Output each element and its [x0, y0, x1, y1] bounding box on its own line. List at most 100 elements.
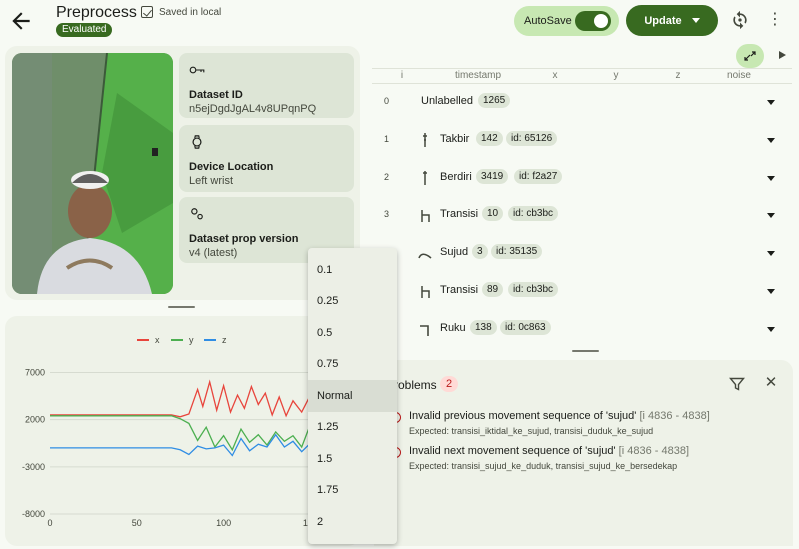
x-tick-label: 0 [47, 518, 52, 528]
y-tick-label: 7000 [25, 367, 45, 377]
menu-item-normal[interactable]: Normal [308, 380, 397, 412]
resize-handle[interactable] [168, 306, 195, 308]
row-label: Berdiri [440, 171, 472, 183]
problem-message[interactable]: Invalid next movement sequence of 'sujud… [409, 445, 689, 457]
chevron-down-icon[interactable] [767, 100, 775, 105]
play-icon[interactable] [779, 51, 786, 59]
y-tick-label: -8000 [22, 509, 45, 519]
toggle-switch[interactable] [575, 11, 611, 31]
sensor-chart: 70002000-3000-8000050100150xyz [22, 335, 360, 528]
column-header: z [675, 70, 681, 81]
count-chip: 1265 [478, 93, 511, 108]
id-chip: id: 35135 [491, 244, 543, 259]
standing-pose-icon [423, 171, 427, 185]
y-tick-label: 2000 [25, 415, 45, 425]
count-chip: 3419 [476, 169, 509, 184]
chevron-down-icon[interactable] [767, 327, 775, 332]
update-label: Update [644, 14, 682, 27]
transition-pose-icon [421, 210, 430, 222]
chevron-down-icon[interactable] [767, 289, 775, 294]
save-status: Saved in local [141, 6, 221, 18]
more-vert-icon[interactable]: ⋮ [767, 11, 783, 31]
transition-pose-icon [421, 286, 430, 298]
menu-item-0.1[interactable]: 0.1 [308, 254, 397, 286]
count-chip: 138 [470, 320, 497, 335]
device-location-label: Device Location [189, 161, 274, 173]
legend-label: x [155, 335, 160, 345]
row-label: Takbir [440, 133, 470, 145]
filter-icon[interactable] [729, 377, 745, 391]
table-row[interactable]: Transisi 89 id: cb3bc [372, 281, 792, 301]
count-chip: 3 [472, 244, 488, 259]
table-row[interactable]: Sujud 3 id: 35135 [372, 243, 792, 263]
page-title: Preprocess [56, 4, 137, 21]
column-header: timestamp [454, 70, 502, 81]
problem-message[interactable]: Invalid previous movement sequence of 's… [409, 410, 710, 422]
problems-count-badge: 2 [440, 376, 458, 392]
close-icon[interactable]: ✕ [764, 375, 778, 391]
chevron-down-icon[interactable] [767, 213, 775, 218]
dataset-id-label: Dataset ID [189, 89, 243, 101]
menu-item-1.75[interactable]: 1.75 [308, 474, 397, 506]
dataset-id-value: n5ejDgdJgAL4v8UPqnPQ [189, 103, 317, 115]
row-label: Unlabelled [421, 95, 473, 107]
standing-pose-icon [423, 133, 427, 147]
back-button[interactable] [8, 8, 34, 34]
status-badge: Evaluated [56, 23, 113, 37]
x-tick-label: 50 [132, 518, 142, 528]
chart-card: 70002000-3000-8000050100150xyz [5, 316, 360, 546]
problem-expected: Expected: transisi_sujud_ke_duduk, trans… [409, 461, 678, 471]
dataset-photo [12, 53, 173, 294]
column-header: y [613, 70, 619, 81]
menu-item-2[interactable]: 2 [308, 506, 397, 538]
save-status-text: Saved in local [159, 6, 222, 18]
count-chip: 142 [476, 131, 503, 146]
table-header: i timestamp x y z noise [372, 68, 792, 84]
table-row[interactable]: Ruku 138 id: 0c863 [372, 319, 792, 339]
table-row[interactable]: 3 Transisi 10 id: cb3bc [372, 205, 792, 225]
column-header: x [552, 70, 558, 81]
menu-item-1.25[interactable]: 1.25 [308, 411, 397, 443]
legend-label: y [189, 335, 194, 345]
arrow-left-icon [12, 12, 30, 30]
menu-item-1.5[interactable]: 1.5 [308, 443, 397, 475]
chevron-down-icon [691, 18, 700, 23]
autosave-toggle[interactable]: AutoSave [514, 6, 619, 36]
table-row[interactable]: 2 Berdiri 3419 id: f2a27 [372, 168, 792, 188]
id-chip: id: cb3bc [508, 206, 559, 221]
count-chip: 89 [482, 282, 504, 297]
bowing-pose-icon [420, 325, 429, 336]
checkbox-icon [141, 6, 153, 18]
watch-icon [192, 135, 202, 149]
menu-item-0.25[interactable]: 0.25 [308, 285, 397, 317]
dataset-id-card: Dataset ID n5ejDgdJgAL4v8UPqnPQ [179, 53, 354, 118]
problems-title: roblems [394, 378, 437, 392]
settings-icon [191, 208, 203, 220]
dataset-version-label: Dataset prop version [189, 233, 299, 245]
sync-icon [733, 10, 747, 30]
id-chip: id: 65126 [506, 131, 558, 146]
resize-handle[interactable] [572, 350, 599, 352]
table-row[interactable]: 0 Unlabelled 1265 [372, 92, 792, 112]
row-label: Transisi [440, 208, 479, 220]
device-location-value: Left wrist [189, 175, 234, 187]
chevron-down-icon[interactable] [767, 138, 775, 143]
table-row[interactable]: 1 Takbir 142 id: 65126 [372, 130, 792, 150]
chevron-down-icon[interactable] [767, 176, 775, 181]
key-icon [189, 66, 205, 74]
sync-button[interactable] [730, 10, 750, 30]
fit-view-button[interactable] [736, 44, 764, 68]
id-chip: id: f2a27 [514, 169, 563, 184]
update-button[interactable]: Update [626, 5, 718, 36]
legend-label: z [222, 335, 227, 345]
menu-item-0.5[interactable]: 0.5 [308, 317, 397, 349]
menu-item-0.75[interactable]: 0.75 [308, 348, 397, 380]
column-header: noise [727, 70, 751, 81]
device-location-card: Device Location Left wrist [179, 125, 354, 192]
autosave-label: AutoSave [524, 15, 572, 27]
problem-expected: Expected: transisi_iktidal_ke_sujud, tra… [409, 426, 654, 436]
x-tick-label: 100 [216, 518, 231, 528]
chevron-down-icon[interactable] [767, 251, 775, 256]
y-tick-label: -3000 [22, 462, 45, 472]
row-label: Ruku [440, 322, 466, 334]
